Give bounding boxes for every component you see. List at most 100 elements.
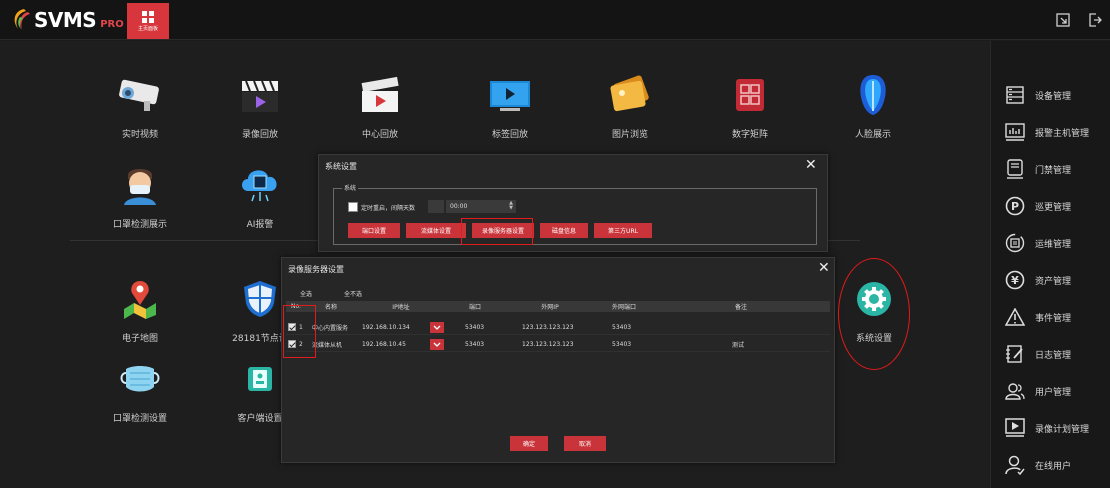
sidebar-item-maintenance[interactable]: 运维管理 — [1005, 232, 1071, 254]
highlight-row-numbers — [283, 305, 316, 358]
disk-info-button[interactable]: 磁盘信息 — [540, 223, 588, 238]
grid-icon — [142, 10, 154, 23]
tile-tag-playback[interactable]: 标签回放 — [455, 71, 565, 140]
sidebar-item-label: 在线用户 — [1035, 461, 1072, 472]
row-port: 53403 — [465, 323, 485, 331]
minimize-window-icon[interactable] — [1055, 12, 1071, 28]
highlight-record-server-button — [461, 218, 533, 245]
sidebar-item-label: 巡更管理 — [1035, 202, 1072, 213]
svg-text:¥: ¥ — [1011, 274, 1019, 287]
face-icon — [849, 71, 897, 119]
tile-label: 口罩检测设置 — [112, 414, 167, 424]
stream-media-settings-button[interactable]: 流媒体设置 — [406, 223, 466, 238]
top-bar: SVMS PRO 主页面板 — [0, 0, 1110, 40]
sidebar-item-label: 门禁管理 — [1035, 165, 1072, 176]
tile-label: 标签回放 — [491, 130, 528, 140]
tile-label: 人脸展示 — [854, 130, 891, 140]
table-header: No. 名称 IP地址 端口 外网IP 外网端口 备注 — [286, 301, 830, 312]
tile-video-playback[interactable]: 录像回放 — [205, 71, 315, 140]
shield-icon — [236, 275, 284, 323]
online-user-icon — [1005, 455, 1025, 475]
maintenance-icon — [1005, 233, 1025, 253]
table-row[interactable]: 1 中心内置服务 192.168.10.134 53403 123.123.12… — [286, 319, 830, 335]
home-tab-label: 主页面板 — [137, 25, 158, 32]
row-name: 流媒体从机 — [312, 341, 343, 349]
timed-restart-checkbox[interactable] — [348, 202, 358, 212]
patrol-icon: P — [1005, 196, 1025, 216]
sidebar-item-online-users[interactable]: 在线用户 — [1005, 454, 1071, 476]
sidebar-item-label: 运维管理 — [1035, 239, 1072, 250]
log-icon — [1005, 344, 1025, 364]
port-settings-button[interactable]: 端口设置 — [348, 223, 400, 238]
interval-days-input[interactable] — [428, 200, 444, 213]
row-note: 测试 — [732, 341, 745, 349]
ai-chip-icon — [236, 161, 284, 209]
dialog-title: 系统设置 — [325, 162, 357, 171]
row-port: 53403 — [465, 340, 485, 348]
tile-digital-matrix[interactable]: 数字矩阵 — [695, 71, 805, 140]
right-sidebar: 设备管理 报警主机管理 门禁管理 P 巡更管理 运维管理 ¥ 资产管理 事件管理… — [990, 41, 1110, 488]
cancel-button[interactable]: 取消 — [564, 436, 606, 451]
row-ip: 192.168.10.45 — [362, 340, 406, 348]
sidebar-item-log[interactable]: 日志管理 — [1005, 343, 1071, 365]
close-icon[interactable]: ✕ — [805, 158, 817, 172]
sidebar-item-label: 设备管理 — [1035, 91, 1072, 102]
svg-text:P: P — [1011, 200, 1019, 213]
app-logo: SVMS PRO — [10, 6, 124, 34]
time-spinner-icon[interactable]: ▲ ▼ — [509, 201, 513, 211]
select-none-button[interactable]: 全不选 — [344, 289, 362, 298]
alarm-host-icon — [1005, 122, 1025, 142]
table-row[interactable]: 2 流媒体从机 192.168.10.45 53403 123.123.123.… — [286, 336, 830, 352]
video-playback-icon — [236, 71, 284, 119]
mask-icon — [116, 355, 164, 403]
group-label: 系统 — [342, 183, 359, 192]
ip-dropdown-arrow-icon[interactable] — [430, 322, 444, 333]
tile-label: AI报警 — [246, 220, 274, 230]
col-ip: IP地址 — [392, 304, 410, 311]
tile-label: 28181节点设 — [232, 334, 288, 344]
sidebar-item-record-plan[interactable]: 录像计划管理 — [1005, 417, 1089, 439]
col-note: 备注 — [734, 304, 747, 311]
col-port: 端口 — [468, 304, 481, 311]
event-warning-icon — [1005, 307, 1025, 327]
sidebar-item-patrol[interactable]: P 巡更管理 — [1005, 195, 1071, 217]
dialog-title: 录像服务器设置 — [288, 265, 344, 274]
map-pin-icon — [116, 275, 164, 323]
tile-face-display[interactable]: 人脸展示 — [818, 71, 928, 140]
select-all-button[interactable]: 全选 — [300, 289, 312, 298]
sidebar-item-event[interactable]: 事件管理 — [1005, 306, 1071, 328]
ip-dropdown-arrow-icon[interactable] — [430, 339, 444, 350]
mask-person-icon — [116, 161, 164, 209]
device-icon — [1005, 85, 1025, 105]
row-wan-ip: 123.123.123.123 — [522, 323, 574, 331]
exit-icon[interactable] — [1087, 12, 1103, 28]
photo-icon — [606, 71, 654, 119]
restart-time-input[interactable]: 00:00 ▲ ▼ — [446, 200, 516, 213]
sidebar-item-users[interactable]: 用户管理 — [1005, 380, 1071, 402]
tile-electronic-map[interactable]: 电子地图 — [85, 275, 195, 344]
tile-mask-display[interactable]: 口罩检测展示 — [85, 161, 195, 230]
sidebar-item-access-control[interactable]: 门禁管理 — [1005, 158, 1071, 180]
highlight-system-settings — [838, 258, 910, 370]
sidebar-item-label: 用户管理 — [1035, 387, 1072, 398]
ok-button[interactable]: 确定 — [510, 436, 548, 451]
tile-mask-settings[interactable]: 口罩检测设置 — [85, 355, 195, 424]
tile-photo-browse[interactable]: 图片浏览 — [575, 71, 685, 140]
sidebar-item-label: 日志管理 — [1035, 350, 1072, 361]
row-wan-port: 53403 — [612, 323, 632, 331]
sidebar-item-label: 录像计划管理 — [1035, 424, 1090, 435]
system-group: 系统 定时重启，间隔天数 00:00 ▲ ▼ 端口设置 流媒体设置 录像服务器设置… — [333, 183, 817, 245]
close-icon[interactable]: ✕ — [818, 261, 830, 275]
sidebar-item-device-management[interactable]: 设备管理 — [1005, 84, 1071, 106]
third-party-url-button[interactable]: 第三方URL — [594, 223, 652, 238]
tile-center-playback[interactable]: 中心回放 — [325, 71, 435, 140]
tag-playback-icon — [486, 71, 534, 119]
home-tab[interactable]: 主页面板 — [127, 3, 169, 39]
sidebar-item-alarm-host[interactable]: 报警主机管理 — [1005, 121, 1089, 143]
tile-label: 数字矩阵 — [731, 130, 768, 140]
sidebar-item-asset[interactable]: ¥ 资产管理 — [1005, 269, 1071, 291]
row-ip: 192.168.10.134 — [362, 323, 410, 331]
tile-live-video[interactable]: 实时视频 — [85, 71, 195, 140]
tile-label: 中心回放 — [361, 130, 398, 140]
tile-ai-alarm[interactable]: AI报警 — [205, 161, 315, 230]
